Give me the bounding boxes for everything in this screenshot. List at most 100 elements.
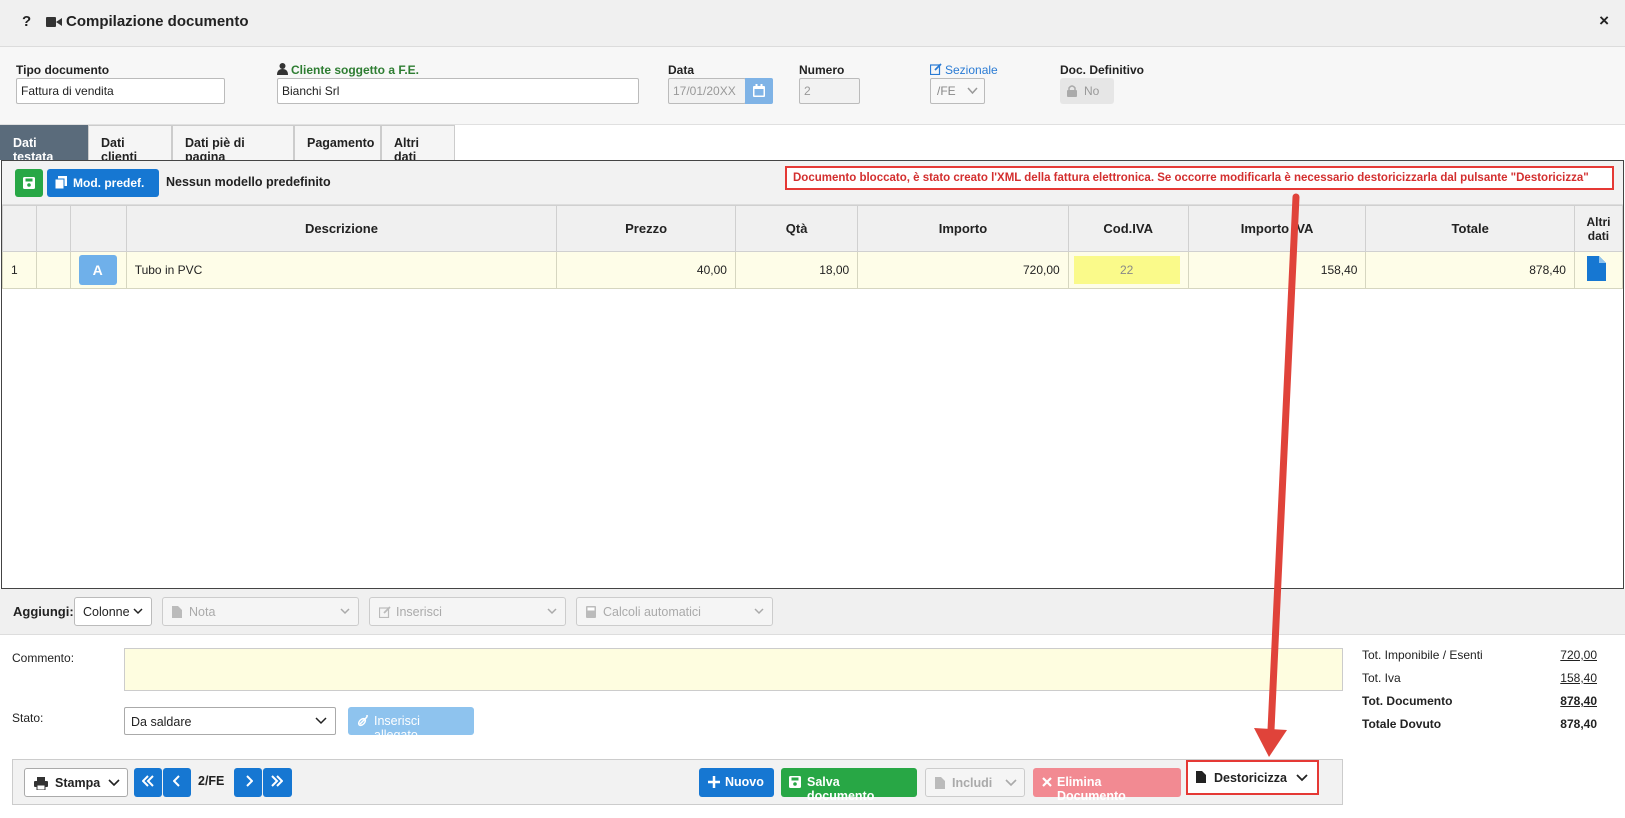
tot-iva-value[interactable]: 158,40 [1560,671,1597,685]
totals-panel: Tot. Imponibile / Esenti 720,00 Tot. Iva… [1362,648,1597,740]
save-model-button[interactable] [15,169,43,197]
col-type-header [69,205,127,252]
row-number: 1 [2,251,37,289]
aggiungi-label: Aggiungi: [13,604,74,619]
page-indicator: 2/FE [198,774,225,788]
stato-value: Da saldare [131,715,192,729]
row-type-badge[interactable]: A [78,255,117,285]
tot-documento-label: Tot. Documento [1362,694,1453,708]
row-prezzo[interactable]: 40,00 [556,251,736,289]
destoricizza-button[interactable]: Destoricizza [1186,760,1319,795]
double-chevron-right-icon [271,775,284,787]
inserisci-label: Inserisci [396,605,442,619]
row-check[interactable] [35,251,71,289]
row-importo-iva[interactable]: 158,40 [1187,251,1367,289]
calendar-icon [753,84,765,97]
add-bar: Aggiungi: Colonne Nota Inserisci Calcoli… [0,589,1625,635]
rows-toolbar: Mod. predef. Nessun modello predefinito … [2,161,1623,205]
sezionale-label[interactable]: Sezionale [945,63,998,77]
destoricizza-label: Destoricizza [1214,771,1287,785]
row-descrizione[interactable]: Tubo in PVC [125,251,558,289]
col-importo-header[interactable]: Importo [857,205,1069,252]
tab-pagamento[interactable]: Pagamento [294,125,381,160]
commento-label: Commento: [12,651,75,665]
next-page-button[interactable] [234,768,262,797]
salva-documento-button[interactable]: Salva documento [781,768,917,803]
user-icon [277,63,288,75]
nota-dropdown[interactable]: Nota [162,597,359,626]
printer-icon [34,777,48,790]
col-descrizione-header[interactable]: Descrizione [125,205,558,252]
prev-page-button[interactable] [163,768,191,797]
tot-imponibile-value[interactable]: 720,00 [1560,648,1597,662]
file-icon [1196,771,1206,783]
tab-dati-clienti[interactable]: Dati clienti [88,125,172,164]
calcoli-dropdown[interactable]: Calcoli automatici [576,597,773,626]
inserisci-allegato-label: Inserisci allegato [374,714,420,742]
tot-documento-value[interactable]: 878,40 [1560,694,1597,708]
row-codiva[interactable]: 22 [1073,256,1180,284]
last-page-button[interactable] [263,768,292,797]
mod-predef-button[interactable]: Mod. predef. [47,169,159,197]
tab-dati-testata[interactable]: Dati testata [0,125,88,164]
inserisci-allegato-button[interactable]: Inserisci allegato [348,707,474,742]
includi-button[interactable]: Includi [925,768,1025,797]
chevron-down-icon [967,87,978,95]
help-icon[interactable]: ? [22,13,31,30]
tab-altri-dati[interactable]: Altri dati [381,125,455,164]
chevron-down-icon [1296,774,1308,782]
row-altri-dati-cell [1573,251,1624,289]
edit-icon [379,606,391,618]
totale-dovuto-label: Totale Dovuto [1362,717,1442,731]
nota-label: Nota [189,605,216,619]
table-row[interactable]: 1 A Tubo in PVC 40,00 18,00 720,00 22 15… [2,251,1624,289]
col-totale-header[interactable]: Totale [1365,205,1575,252]
tot-imponibile-label: Tot. Imponibile / Esenti [1362,648,1483,662]
data-input[interactable]: 17/01/20XX [668,78,746,104]
video-camera-icon [46,17,62,27]
cliente-label: Cliente soggetto a F.E. [291,63,420,77]
data-label: Data [668,63,695,77]
numero-input[interactable]: 2 [799,78,860,104]
tipo-documento-label: Tipo documento [16,63,110,77]
colonne-dropdown[interactable]: Colonne [74,597,152,626]
sezionale-value: /FE [937,84,956,98]
close-icon[interactable]: × [1599,11,1609,31]
sezionale-select[interactable]: /FE [930,78,985,104]
plus-icon [708,776,720,788]
close-icon [1042,777,1052,787]
row-totale[interactable]: 878,40 [1365,251,1575,289]
stato-select[interactable]: Da saldare [124,707,336,735]
file-icon [172,606,182,618]
chevron-down-icon [1005,779,1017,787]
chevron-down-icon [754,608,764,615]
lock-icon [1067,85,1077,97]
col-prezzo-header[interactable]: Prezzo [556,205,736,252]
document-header-form: Tipo documento Fattura di vendita Client… [0,47,1625,125]
col-qta-header[interactable]: Qtà [734,205,859,252]
col-altri-dati-header: Altri dati [1573,205,1624,252]
floppy-icon [23,177,35,189]
calendar-button[interactable] [745,78,773,104]
commento-input[interactable] [124,648,1343,691]
first-page-button[interactable] [134,768,162,797]
col-check-header [35,205,71,252]
row-importo[interactable]: 720,00 [857,251,1069,289]
inserisci-dropdown[interactable]: Inserisci [369,597,566,626]
elimina-documento-button[interactable]: Elimina Documento [1033,768,1181,803]
row-qta[interactable]: 18,00 [734,251,859,289]
tab-dati-pie-di-pagina[interactable]: Dati piè di pagina [172,125,294,164]
document-icon[interactable] [1586,256,1606,281]
col-index-header [2,205,37,252]
tipo-documento-input[interactable]: Fattura di vendita [16,78,225,104]
paperclip-icon [357,715,368,727]
cliente-input[interactable]: Bianchi Srl [277,78,639,104]
row-type-cell: A [69,251,127,289]
doc-definitivo-toggle[interactable]: No [1060,78,1114,104]
nuovo-button[interactable]: Nuovo [699,768,774,797]
calcoli-label: Calcoli automatici [603,605,701,619]
chevron-down-icon [133,608,143,615]
col-importo-iva-header[interactable]: Importo IVA [1187,205,1367,252]
col-codiva-header[interactable]: Cod.IVA [1067,205,1189,252]
stampa-button[interactable]: Stampa [24,768,128,797]
